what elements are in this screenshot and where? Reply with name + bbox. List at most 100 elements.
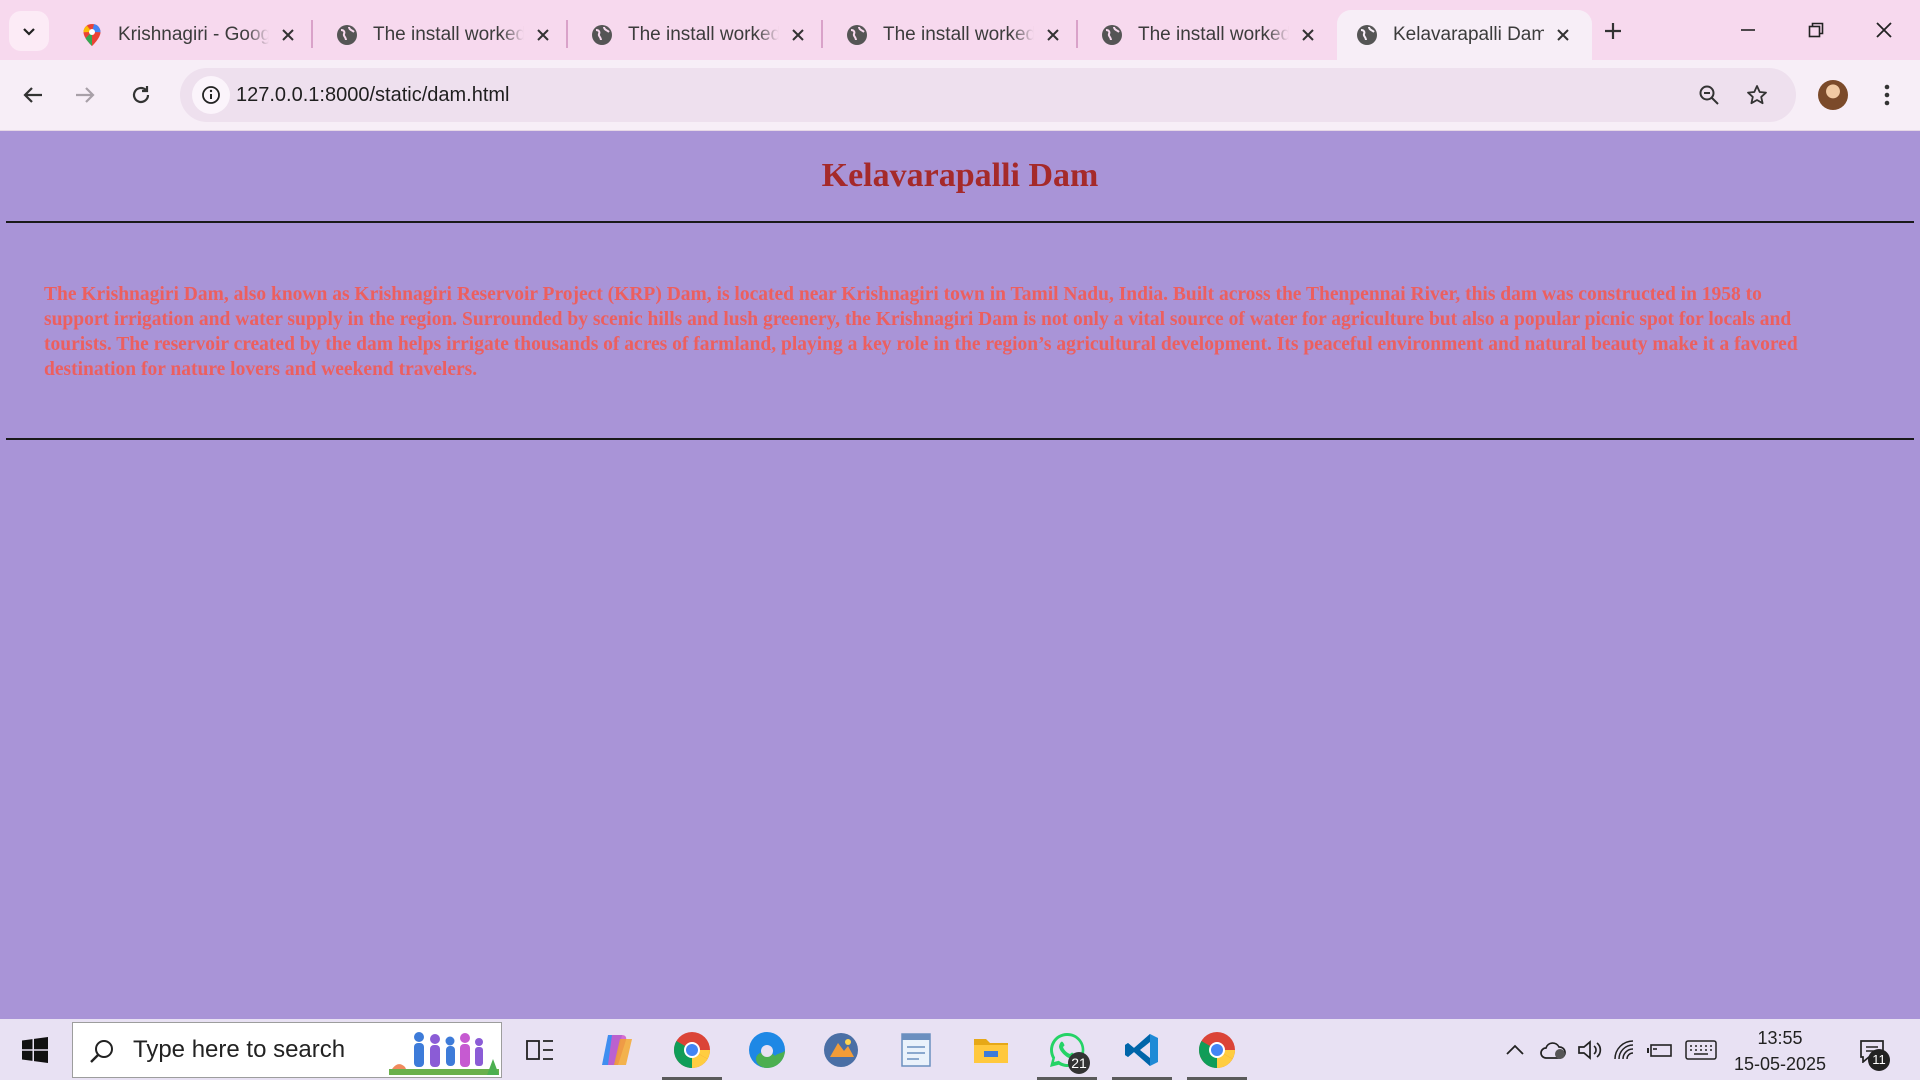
profile-avatar[interactable]: [1818, 80, 1848, 110]
bookmark-star-icon[interactable]: [1738, 76, 1776, 114]
forward-button[interactable]: [64, 74, 106, 116]
media-app-button[interactable]: [806, 1019, 876, 1080]
plus-icon: [1605, 23, 1621, 39]
tab-install-3[interactable]: The install worked successfully!: [827, 10, 1082, 60]
tab-install-2[interactable]: The install worked successfully!: [572, 10, 827, 60]
notification-badge: 21: [1068, 1052, 1090, 1074]
start-button[interactable]: [0, 1019, 70, 1080]
close-icon[interactable]: [1297, 24, 1319, 46]
taskbar-search-box[interactable]: Type here to search: [72, 1022, 502, 1078]
keyboard-icon: [1685, 1039, 1717, 1060]
address-bar[interactable]: 127.0.0.1:8000/static/dam.html: [180, 68, 1796, 122]
battery-tray-button[interactable]: [1644, 1019, 1676, 1080]
taskbar: Type here to search 21 13:55 15-05-2025 …: [0, 1019, 1920, 1080]
browser-toolbar: 127.0.0.1:8000/static/dam.html: [0, 60, 1920, 131]
chrome-taskbar-button[interactable]: [657, 1019, 727, 1080]
vscode-icon: [1125, 1033, 1158, 1066]
document-icon: [901, 1032, 931, 1067]
horizontal-rule: [6, 438, 1914, 440]
tab-separator: [1076, 20, 1078, 48]
vscode-taskbar-button[interactable]: [1107, 1019, 1177, 1080]
tab-kelavarapalli-dam[interactable]: Kelavarapalli Dam: [1337, 10, 1592, 60]
site-info-icon[interactable]: [192, 76, 230, 114]
minimize-button[interactable]: [1714, 0, 1782, 60]
close-window-button[interactable]: [1850, 0, 1918, 60]
whatsapp-taskbar-button[interactable]: 21: [1032, 1019, 1102, 1080]
close-icon[interactable]: [787, 24, 809, 46]
chrome-icon: [673, 1031, 710, 1068]
notification-count-badge: 11: [1868, 1049, 1890, 1071]
clock-time: 13:55: [1757, 1028, 1803, 1048]
chrome-2-taskbar-button[interactable]: [1182, 1019, 1252, 1080]
tab-title: The install worked successfully!: [373, 24, 524, 45]
zoom-icon[interactable]: [1690, 76, 1728, 114]
file-explorer-button[interactable]: [956, 1019, 1026, 1080]
more-menu-button[interactable]: [1872, 74, 1902, 116]
search-highlight-illustration: [389, 1032, 499, 1075]
tab-install-4[interactable]: The install worked successfully!: [1082, 10, 1337, 60]
edge-icon: [749, 1031, 785, 1068]
description-paragraph: The Krishnagiri Dam, also known as Krish…: [44, 284, 1798, 380]
tab-title: Kelavarapalli Dam: [1393, 24, 1544, 45]
close-icon[interactable]: [1552, 24, 1574, 46]
tab-search-button[interactable]: [9, 11, 49, 51]
back-button[interactable]: [12, 74, 54, 116]
tab-strip: Krishnagiri - Google Maps The install wo…: [0, 0, 1920, 60]
network-tray-button[interactable]: [1610, 1019, 1640, 1080]
reload-button[interactable]: [120, 74, 162, 116]
windows-logo-icon: [22, 1036, 48, 1063]
show-hidden-icons-button[interactable]: [1500, 1019, 1530, 1080]
restore-icon: [1808, 22, 1824, 38]
close-icon[interactable]: [532, 24, 554, 46]
chevron-up-icon: [1506, 1044, 1524, 1055]
tab-separator: [311, 20, 313, 48]
copilot-button[interactable]: [582, 1019, 652, 1080]
task-view-icon: [526, 1039, 553, 1060]
reload-icon: [132, 86, 150, 104]
close-icon[interactable]: [1042, 24, 1064, 46]
horizontal-rule: [6, 221, 1914, 223]
system-clock[interactable]: 13:55 15-05-2025: [1720, 1025, 1840, 1077]
restore-button[interactable]: [1782, 0, 1850, 60]
chevron-down-icon: [23, 28, 35, 36]
arrow-left-icon: [23, 87, 42, 103]
tab-title: The install worked successfully!: [628, 24, 779, 45]
speaker-icon: [1578, 1039, 1602, 1060]
clock-date: 15-05-2025: [1733, 1054, 1827, 1074]
arrow-right-icon: [76, 87, 95, 103]
onedrive-tray-button[interactable]: [1536, 1019, 1570, 1080]
minimize-icon: [1741, 29, 1755, 31]
more-vertical-icon: [1884, 84, 1890, 106]
edge-taskbar-button[interactable]: [732, 1019, 802, 1080]
folder-icon: [974, 1038, 1008, 1063]
web-page: Kelavarapalli Dam The Krishnagiri Dam, a…: [0, 131, 1920, 1019]
tab-install-1[interactable]: The install worked successfully!: [317, 10, 572, 60]
globe-icon: [1100, 23, 1124, 47]
media-app-icon: [824, 1032, 858, 1067]
task-view-button[interactable]: [505, 1019, 575, 1080]
google-maps-icon: [80, 23, 104, 47]
keyboard-tray-button[interactable]: [1682, 1019, 1720, 1080]
globe-icon: [845, 23, 869, 47]
tab-separator: [821, 20, 823, 48]
notepad-app-button[interactable]: [881, 1019, 951, 1080]
tab-separator: [566, 20, 568, 48]
volume-tray-button[interactable]: [1574, 1019, 1606, 1080]
battery-icon: [1647, 1043, 1672, 1057]
globe-icon: [590, 23, 614, 47]
globe-icon: [335, 23, 359, 47]
search-placeholder: Type here to search: [133, 1036, 346, 1063]
chrome-icon: [1198, 1031, 1235, 1068]
tab-google-maps[interactable]: Krishnagiri - Google Maps: [62, 10, 317, 60]
wifi-icon: [1614, 1039, 1634, 1059]
close-icon[interactable]: [277, 24, 299, 46]
tab-title: The install worked successfully!: [1138, 24, 1289, 45]
url-text[interactable]: 127.0.0.1:8000/static/dam.html: [236, 68, 510, 122]
page-title: Kelavarapalli Dam: [821, 157, 1099, 194]
tab-title: The install worked successfully!: [883, 24, 1034, 45]
tab-title: Krishnagiri - Google Maps: [118, 24, 269, 45]
notification-center-button[interactable]: 11: [1850, 1029, 1894, 1073]
new-tab-button[interactable]: [1594, 12, 1632, 50]
search-icon: [87, 1036, 117, 1066]
copilot-icon: [602, 1034, 632, 1065]
